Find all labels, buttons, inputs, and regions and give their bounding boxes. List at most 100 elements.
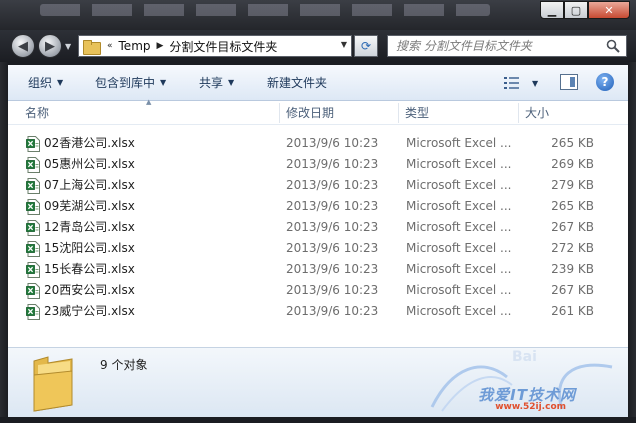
file-list: ▲ 名称 修改日期 类型 大小 02香港公司.xlsx 2013/9/6 10:2… [8, 98, 628, 347]
help-icon[interactable]: ? [596, 73, 614, 91]
search-input[interactable] [396, 39, 596, 53]
share-label: 共享 [199, 76, 224, 90]
view-list-icon [504, 77, 519, 89]
change-view-button[interactable]: ▼ [504, 75, 544, 91]
watermark-url: www.52ij.com [495, 402, 566, 412]
breadcrumb-temp[interactable]: Temp [119, 39, 151, 53]
table-row[interactable]: 07上海公司.xlsx 2013/9/6 10:23 Microsoft Excel… [8, 175, 628, 196]
file-date: 2013/9/6 10:23 [286, 220, 379, 234]
column-date-modified[interactable]: 修改日期 [280, 101, 399, 125]
item-count: 9 个对象 [100, 358, 148, 372]
column-type[interactable]: 类型 [399, 101, 519, 125]
file-type: Microsoft Excel ... [406, 178, 512, 192]
window-frame-left [0, 62, 8, 423]
share-button[interactable]: 共享 ▼ [197, 65, 236, 100]
excel-file-icon [26, 177, 40, 194]
file-name-cell[interactable]: 23威宁公司.xlsx [26, 301, 135, 322]
chevron-down-icon: ▼ [57, 78, 64, 87]
file-name: 20西安公司.xlsx [44, 283, 135, 297]
address-history-dropdown[interactable]: ▼ [341, 40, 347, 49]
file-date: 2013/9/6 10:23 [286, 178, 379, 192]
file-name-cell[interactable]: 09芜湖公司.xlsx [26, 196, 135, 217]
file-type: Microsoft Excel ... [406, 220, 512, 234]
organize-menu-button[interactable]: 组织 ▼ [26, 65, 65, 100]
file-size: 279 KB [551, 178, 594, 192]
window-frame-bottom [0, 417, 636, 423]
column-size[interactable]: 大小 [519, 101, 628, 125]
file-name-cell[interactable]: 05惠州公司.xlsx [26, 154, 135, 175]
table-row[interactable]: 02香港公司.xlsx 2013/9/6 10:23 Microsoft Excel… [8, 133, 628, 154]
breadcrumb-target-folder[interactable]: 分割文件目标文件夹 [169, 38, 277, 55]
table-row[interactable]: 15长春公司.xlsx 2013/9/6 10:23 Microsoft Excel… [8, 259, 628, 280]
excel-file-icon [26, 219, 40, 236]
file-name-cell[interactable]: 20西安公司.xlsx [26, 280, 135, 301]
excel-file-icon [26, 261, 40, 278]
include-in-library-button[interactable]: 包含到库中 ▼ [93, 65, 168, 100]
folder-icon [83, 39, 101, 55]
file-name: 15长春公司.xlsx [44, 262, 135, 276]
file-date: 2013/9/6 10:23 [286, 262, 379, 276]
forward-button[interactable]: ▶ [38, 34, 62, 58]
file-type: Microsoft Excel ... [406, 136, 512, 150]
file-date: 2013/9/6 10:23 [286, 283, 379, 297]
file-rows: 02香港公司.xlsx 2013/9/6 10:23 Microsoft Excel… [8, 133, 628, 322]
close-button[interactable]: ✕ [588, 1, 630, 19]
breadcrumb-separator-icon[interactable]: ▶ [157, 41, 164, 51]
chevron-down-icon: ▼ [228, 78, 235, 87]
table-row[interactable]: 09芜湖公司.xlsx 2013/9/6 10:23 Microsoft Excel… [8, 196, 628, 217]
file-name-cell[interactable]: 15长春公司.xlsx [26, 259, 135, 280]
file-size: 265 KB [551, 199, 594, 213]
refresh-button[interactable]: ⟳ [354, 35, 378, 57]
include-in-library-label: 包含到库中 [95, 76, 156, 90]
file-name-cell[interactable]: 07上海公司.xlsx [26, 175, 135, 196]
preview-pane-button[interactable] [560, 74, 578, 90]
window-frame-right [628, 62, 636, 423]
command-toolbar: 组织 ▼ 包含到库中 ▼ 共享 ▼ 新建文件夹 ▼ ? [8, 65, 628, 101]
chevron-down-icon: ▼ [160, 78, 167, 87]
window-titlebar: ▁ ▢ ✕ [0, 0, 636, 30]
file-name-cell[interactable]: 12青岛公司.xlsx [26, 217, 135, 238]
file-size: 269 KB [551, 157, 594, 171]
file-date: 2013/9/6 10:23 [286, 136, 379, 150]
minimize-button[interactable]: ▁ [540, 1, 564, 19]
file-type: Microsoft Excel ... [406, 283, 512, 297]
window-controls: ▁ ▢ ✕ [540, 1, 630, 19]
table-row[interactable]: 23威宁公司.xlsx 2013/9/6 10:23 Microsoft Excel… [8, 301, 628, 322]
file-name: 23威宁公司.xlsx [44, 304, 135, 318]
file-name: 02香港公司.xlsx [44, 136, 135, 150]
file-name-cell[interactable]: 15沈阳公司.xlsx [26, 238, 135, 259]
file-name: 15沈阳公司.xlsx [44, 241, 135, 255]
new-folder-button[interactable]: 新建文件夹 [265, 65, 329, 100]
excel-file-icon [26, 198, 40, 215]
column-header: ▲ 名称 修改日期 类型 大小 [8, 98, 628, 125]
file-date: 2013/9/6 10:23 [286, 199, 379, 213]
table-row[interactable]: 20西安公司.xlsx 2013/9/6 10:23 Microsoft Excel… [8, 280, 628, 301]
file-name-cell[interactable]: 02香港公司.xlsx [26, 133, 135, 154]
new-folder-label: 新建文件夹 [267, 76, 328, 90]
breadcrumb-overflow[interactable]: « [107, 41, 113, 51]
file-size: 239 KB [551, 262, 594, 276]
file-date: 2013/9/6 10:23 [286, 304, 379, 318]
organize-label: 组织 [28, 76, 53, 90]
recent-pages-dropdown[interactable]: ▼ [65, 42, 71, 51]
table-row[interactable]: 05惠州公司.xlsx 2013/9/6 10:23 Microsoft Excel… [8, 154, 628, 175]
address-bar[interactable]: « Temp ▶ 分割文件目标文件夹 ▼ [78, 35, 352, 57]
table-row[interactable]: 12青岛公司.xlsx 2013/9/6 10:23 Microsoft Excel… [8, 217, 628, 238]
back-button[interactable]: ◀ [11, 34, 35, 58]
excel-file-icon [26, 156, 40, 173]
file-size: 267 KB [551, 283, 594, 297]
search-box[interactable] [387, 35, 627, 57]
file-name: 05惠州公司.xlsx [44, 157, 135, 171]
search-icon[interactable] [606, 39, 620, 53]
excel-file-icon [26, 282, 40, 299]
excel-file-icon [26, 135, 40, 152]
details-pane: 9 个对象 Bai 我爱IT技术网 www.52ij.com [8, 347, 628, 417]
file-size: 261 KB [551, 304, 594, 318]
maximize-button[interactable]: ▢ [564, 1, 588, 19]
column-name[interactable]: 名称 [8, 101, 280, 125]
table-row[interactable]: 15沈阳公司.xlsx 2013/9/6 10:23 Microsoft Excel… [8, 238, 628, 259]
svg-text:Bai: Bai [512, 349, 537, 365]
excel-file-icon [26, 240, 40, 257]
folder-icon [33, 356, 73, 412]
file-name: 07上海公司.xlsx [44, 178, 135, 192]
